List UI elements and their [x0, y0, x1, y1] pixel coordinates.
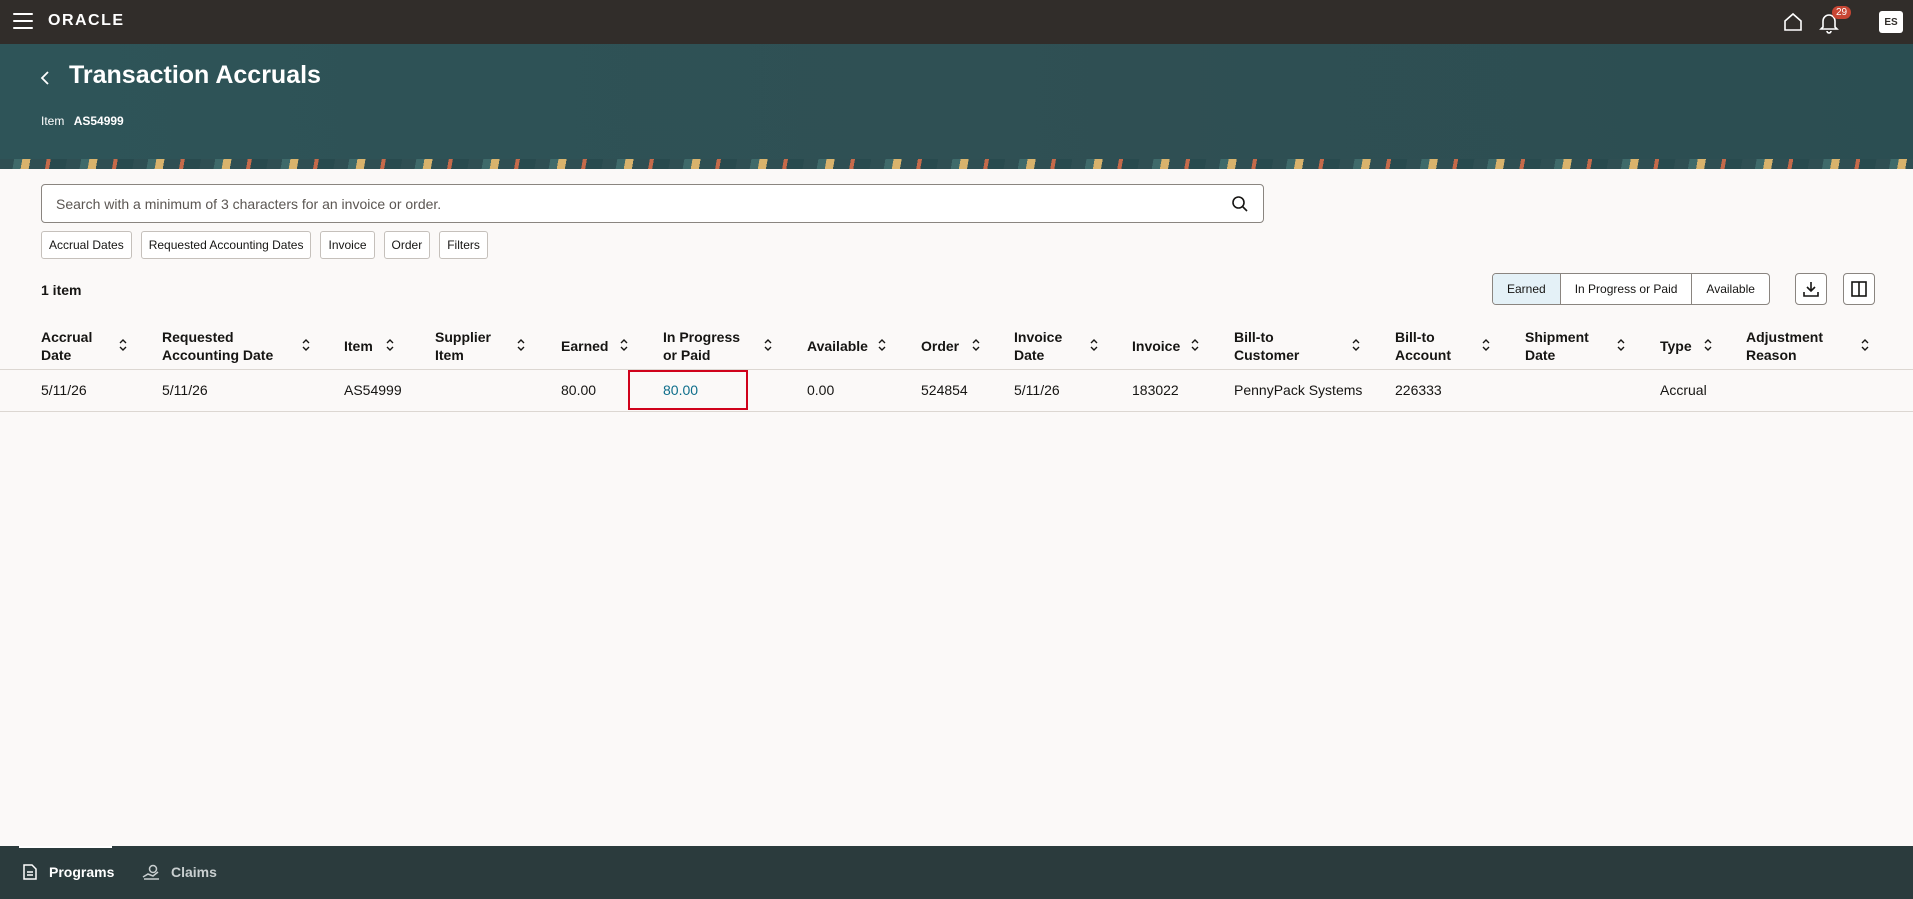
filter-accrual-dates[interactable]: Accrual Dates: [41, 231, 132, 259]
item-subtitle: Item AS54999: [41, 114, 124, 128]
cell-requested-accounting-date: 5/11/26: [162, 382, 208, 398]
toggle-earned[interactable]: Earned: [1493, 274, 1561, 304]
sort-icon[interactable]: [516, 338, 526, 352]
nav-programs-label: Programs: [49, 864, 115, 880]
item-value: AS54999: [73, 114, 124, 128]
cell-accrual-date: 5/11/26: [41, 382, 87, 398]
nav-claims-label: Claims: [171, 864, 217, 880]
sort-icon[interactable]: [385, 338, 395, 352]
page-title: Transaction Accruals: [69, 61, 321, 89]
col-invoice-date[interactable]: Invoice Date: [1014, 328, 1074, 364]
table-header: Accrual Date Requested Accounting Date I…: [0, 325, 1913, 370]
col-bill-to-account[interactable]: Bill-to Account: [1395, 328, 1465, 364]
search-icon[interactable]: [1230, 194, 1250, 214]
global-header: ORACLE 29 ES: [0, 0, 1913, 44]
sort-icon[interactable]: [1481, 338, 1491, 352]
cell-invoice: 183022: [1132, 382, 1179, 398]
sort-icon[interactable]: [619, 338, 629, 352]
col-earned[interactable]: Earned: [561, 337, 608, 355]
page-header: Transaction Accruals Item AS54999: [0, 44, 1913, 159]
nav-programs[interactable]: Programs: [21, 863, 114, 881]
col-supplier-item[interactable]: Supplier Item: [435, 328, 505, 364]
col-shipment-date[interactable]: Shipment Date: [1525, 328, 1600, 364]
claims-icon: [142, 864, 159, 880]
accruals-table: Accrual Date Requested Accounting Date I…: [0, 325, 1913, 412]
cell-available: 0.00: [807, 382, 835, 398]
sort-icon[interactable]: [1351, 338, 1361, 352]
sort-icon[interactable]: [301, 338, 311, 352]
filter-requested-accounting-dates[interactable]: Requested Accounting Dates: [140, 231, 312, 259]
cell-type: Accrual: [1660, 382, 1707, 398]
filter-filters[interactable]: Filters: [439, 231, 488, 259]
col-requested-accounting-date[interactable]: Requested Accounting Date: [162, 328, 287, 364]
highlight-box: [628, 370, 748, 410]
menu-icon[interactable]: [13, 13, 33, 30]
view-toggle: Earned In Progress or Paid Available: [1492, 273, 1770, 305]
bottom-nav: Programs Claims: [0, 846, 1913, 899]
table-row[interactable]: 5/11/26 5/11/26 AS54999 80.00 80.00 0.00…: [0, 370, 1913, 412]
filter-invoice[interactable]: Invoice: [320, 231, 375, 259]
active-tab-indicator: [19, 846, 112, 848]
programs-icon: [23, 864, 37, 880]
sort-icon[interactable]: [1616, 338, 1626, 352]
sort-icon[interactable]: [1089, 338, 1099, 352]
filter-chips: Accrual Dates Requested Accounting Dates…: [41, 231, 488, 259]
sort-icon[interactable]: [763, 338, 773, 352]
col-in-progress-or-paid[interactable]: In Progress or Paid: [663, 328, 743, 364]
cell-bill-to-customer: PennyPack Systems: [1234, 382, 1363, 398]
sort-icon[interactable]: [1190, 338, 1200, 352]
col-accrual-date[interactable]: Accrual Date: [41, 328, 111, 364]
col-available[interactable]: Available: [807, 337, 868, 355]
sort-icon[interactable]: [971, 338, 981, 352]
cell-invoice-date: 5/11/26: [1014, 382, 1060, 398]
col-order[interactable]: Order: [921, 337, 959, 355]
header-pattern: [0, 159, 1913, 169]
search-box: [41, 184, 1264, 223]
filter-order[interactable]: Order: [383, 231, 431, 259]
toggle-in-progress-or-paid[interactable]: In Progress or Paid: [1561, 274, 1693, 304]
search-input[interactable]: [56, 185, 1206, 222]
avatar[interactable]: ES: [1879, 11, 1903, 33]
col-invoice[interactable]: Invoice: [1132, 337, 1180, 355]
download-icon: [1803, 282, 1819, 297]
sort-icon[interactable]: [877, 338, 887, 352]
nav-claims[interactable]: Claims: [141, 863, 217, 881]
columns-icon: [1851, 281, 1867, 297]
item-label: Item: [41, 114, 65, 128]
sort-icon[interactable]: [118, 338, 128, 352]
sort-icon[interactable]: [1703, 338, 1713, 352]
back-icon[interactable]: [38, 68, 52, 88]
col-item[interactable]: Item: [344, 337, 373, 355]
cell-earned: 80.00: [561, 382, 597, 398]
cell-order: 524854: [921, 382, 968, 398]
toggle-available[interactable]: Available: [1692, 274, 1768, 304]
download-button[interactable]: [1795, 273, 1827, 305]
columns-button[interactable]: [1843, 273, 1875, 305]
col-type[interactable]: Type: [1660, 337, 1692, 355]
cell-item: AS54999: [344, 382, 402, 398]
notification-badge: 29: [1832, 6, 1852, 19]
home-icon[interactable]: [1782, 11, 1804, 33]
cell-bill-to-account: 226333: [1395, 382, 1442, 398]
sort-icon[interactable]: [1860, 338, 1870, 352]
col-bill-to-customer[interactable]: Bill-to Customer: [1234, 328, 1314, 364]
col-adjustment-reason[interactable]: Adjustment Reason: [1746, 328, 1836, 364]
oracle-logo: ORACLE: [48, 12, 125, 29]
results-count: 1 item: [41, 282, 82, 298]
